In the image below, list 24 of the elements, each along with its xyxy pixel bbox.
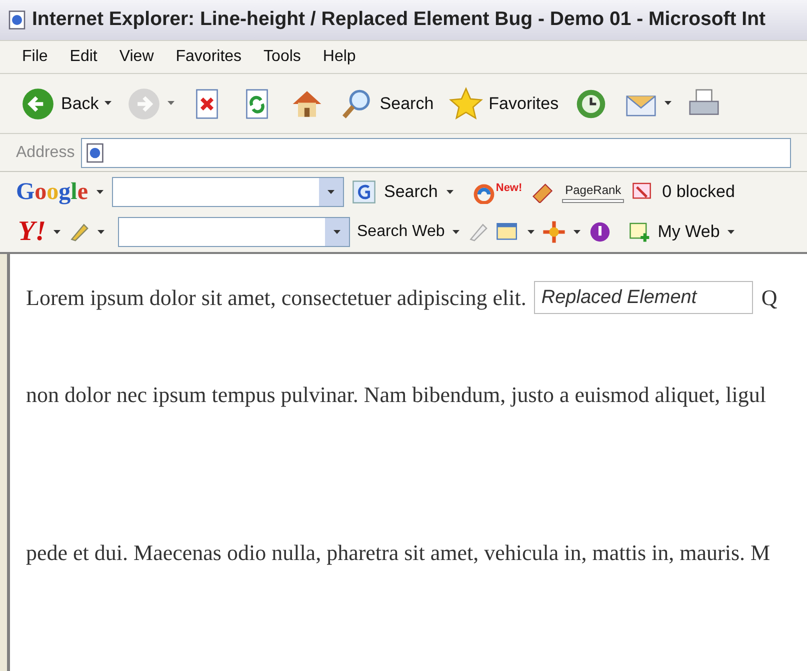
search-button[interactable]: Search [384, 179, 438, 205]
menu-item[interactable]: File [14, 45, 56, 69]
menu-item[interactable]: Tools [256, 45, 309, 69]
my-web-button[interactable]: My Web [658, 219, 720, 245]
paragraph-text: non dolor nec ipsum tempus pulvinar. Nam bibendum, justo a euismod aliquet, ligul [26, 381, 767, 408]
menu-item[interactable]: Help [314, 45, 364, 69]
address-label: Address [16, 142, 75, 162]
google-logo[interactable]: Google [16, 174, 88, 210]
toolbar-label[interactable]: Back [61, 90, 99, 116]
window-title: Internet Explorer: Line-height / Replaced Element Bug - Demo 01 - Microsoft Int [32, 7, 766, 32]
menu-item[interactable]: Favorites [168, 45, 250, 69]
replaced-element-field[interactable]: Replaced Element [534, 281, 754, 314]
menu-item[interactable]: View [111, 45, 162, 69]
yahoo-logo[interactable]: Y! [18, 211, 46, 253]
toolbar-label[interactable]: Favorites [488, 90, 559, 116]
blocked-count[interactable]: 0 blocked [662, 179, 735, 205]
paragraph-text: Q [761, 284, 778, 311]
paragraph-text: Lorem ipsum dolor sit amet, consectetuer adipiscing elit. [26, 284, 526, 311]
pagerank-label: PageRank [565, 182, 622, 199]
toolbar-label[interactable]: Search [380, 90, 434, 116]
new-label: New! [496, 181, 522, 196]
search-web-button[interactable]: Search Web [357, 220, 445, 244]
paragraph-text: pede et dui. Maecenas odio nulla, pharetra sit amet, vehicula in, mattis in, mauris. M [26, 539, 772, 566]
menu-item[interactable]: Edit [62, 45, 106, 69]
